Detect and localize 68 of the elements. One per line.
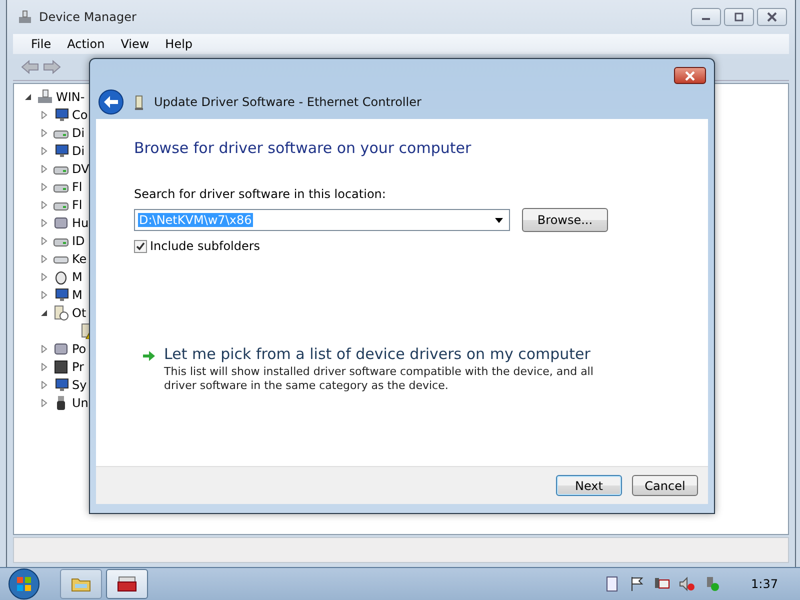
menu-item[interactable]: Action — [59, 37, 113, 51]
dialog-button[interactable]: Next — [556, 475, 622, 496]
device-icon — [53, 341, 69, 357]
tree-item[interactable]: WIN- — [56, 90, 85, 104]
tree-item[interactable]: M — [72, 288, 82, 302]
back-button[interactable] — [98, 89, 124, 115]
toolbox-icon — [117, 576, 137, 592]
back-arrow-icon[interactable] — [21, 60, 39, 74]
taskbar-button[interactable] — [106, 569, 148, 599]
minimize-button[interactable] — [691, 8, 721, 26]
menu-item[interactable]: File — [23, 37, 60, 51]
tree-item[interactable]: Sy — [72, 378, 87, 392]
pick-from-list-link[interactable]: Let me pick from a list of device drivers on my computer — [164, 345, 614, 363]
monitor-icon — [53, 377, 69, 393]
close-button[interactable] — [674, 67, 706, 84]
tree-item[interactable]: Fl — [72, 198, 82, 212]
option-description: This list will show installed driver software compatible with the device, and all driver software in the same category as the device. — [164, 365, 594, 394]
device-icon — [53, 215, 69, 231]
maximize-icon — [733, 12, 745, 22]
tree-item[interactable]: Di — [72, 126, 85, 140]
document-icon[interactable] — [604, 576, 620, 592]
tree-item[interactable]: Co — [72, 108, 88, 122]
forward-arrow-icon[interactable] — [43, 60, 61, 74]
include-subfolders-checkbox[interactable] — [134, 240, 147, 252]
monitor-icon — [53, 107, 69, 123]
expander-icon[interactable] — [24, 93, 32, 101]
close-button[interactable] — [757, 8, 787, 26]
tree-item[interactable]: DV — [72, 162, 90, 176]
monitor-icon — [53, 287, 69, 303]
monitor-icon — [53, 143, 69, 159]
checkbox-label: Include subfolders — [150, 239, 260, 253]
muted-speaker-icon[interactable] — [679, 576, 696, 592]
tree-item[interactable]: Ke — [72, 252, 87, 266]
expander-icon[interactable] — [40, 309, 48, 317]
menu-item[interactable]: View — [112, 37, 158, 51]
tree-item[interactable]: Po — [72, 342, 86, 356]
dropdown-caret-icon — [495, 218, 503, 222]
dialog-heading: Browse for driver software on your computer — [134, 139, 472, 157]
menu-item[interactable]: Help — [157, 37, 201, 51]
browse-button[interactable]: Browse... — [522, 208, 608, 232]
start-button[interactable] — [6, 568, 42, 600]
tree-item[interactable]: Ot — [72, 306, 86, 320]
tree-item[interactable]: Un — [72, 396, 88, 410]
tree-item[interactable]: Fl — [72, 180, 82, 194]
tree-item[interactable]: M — [72, 270, 82, 284]
tree-item[interactable]: ID — [72, 234, 85, 248]
close-icon — [684, 70, 696, 80]
network-adapter-icon — [134, 95, 144, 111]
processor-icon — [53, 359, 69, 375]
clock[interactable]: 1:37 — [751, 577, 778, 591]
computer-icon — [17, 9, 33, 25]
maximize-button[interactable] — [724, 8, 754, 26]
window-title: Device Manager — [39, 10, 136, 24]
tree-item[interactable]: Pr — [72, 360, 84, 374]
unknown-device-icon — [53, 305, 69, 321]
folder-icon — [71, 576, 91, 592]
arrow-icon — [142, 350, 156, 362]
dialog-button[interactable]: Cancel — [632, 475, 698, 496]
tree-item[interactable]: Di — [72, 144, 85, 158]
checkmark-icon — [135, 240, 146, 252]
close-icon — [766, 12, 778, 22]
computer-icon — [37, 89, 53, 105]
mouse-icon — [53, 269, 69, 285]
dialog-title: Update Driver Software - Ethernet Controller — [154, 95, 422, 109]
flag-icon[interactable] — [629, 576, 646, 592]
device-check-icon[interactable] — [704, 576, 720, 592]
tree-item[interactable]: Hu — [72, 216, 89, 230]
location-label: Search for driver software in this location: — [134, 187, 387, 201]
